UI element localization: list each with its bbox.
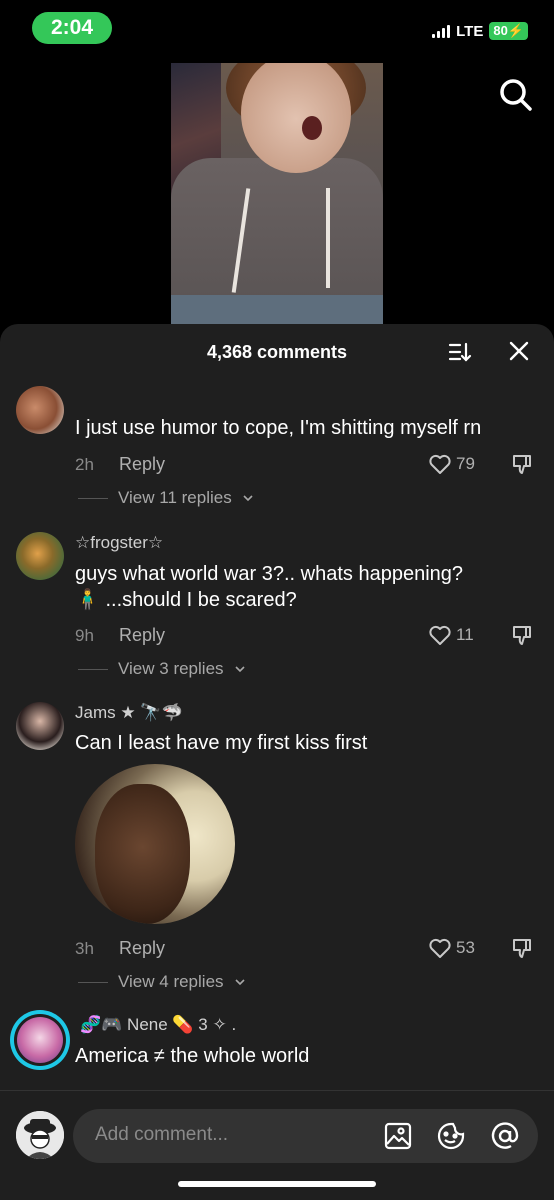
network-label: LTE — [456, 22, 484, 40]
comment-gif[interactable] — [75, 764, 235, 924]
comment-text: I just use humor to cope, I'm shitting m… — [75, 417, 482, 439]
avatar[interactable] — [16, 532, 64, 580]
view-replies-label: View 11 replies — [118, 488, 232, 507]
dislike-icon[interactable] — [510, 623, 534, 647]
comments-sheet: 4,368 comments I just use humor to cope,… — [0, 324, 554, 1199]
hoodie — [171, 158, 383, 308]
search-icon[interactable] — [498, 77, 534, 113]
sort-icon[interactable] — [448, 340, 472, 364]
gif-face — [95, 784, 190, 924]
emoji-icon[interactable] — [437, 1122, 465, 1150]
reply-button[interactable]: Reply — [119, 938, 165, 959]
chevron-down-icon — [234, 666, 245, 673]
time-indicator: 2:04 — [32, 12, 112, 44]
comment-text: guys what world war 3?.. whats happening… — [75, 563, 464, 585]
view-replies-label: View 3 replies — [118, 659, 224, 678]
battery-icon: 80⚡ — [489, 22, 528, 40]
video-player[interactable] — [171, 63, 383, 325]
hoodie-string — [326, 188, 330, 288]
heart-icon — [429, 625, 451, 645]
home-indicator[interactable] — [178, 1181, 376, 1187]
reply-button[interactable]: Reply — [119, 454, 165, 475]
my-avatar[interactable] — [16, 1111, 64, 1159]
view-replies-button[interactable]: View 11 replies — [78, 488, 254, 508]
view-replies-label: View 4 replies — [118, 972, 224, 991]
dislike-icon[interactable] — [510, 936, 534, 960]
avatar-image — [17, 1017, 63, 1063]
comment-input[interactable]: Add comment... — [73, 1109, 538, 1163]
comment-username[interactable]: Jams ★ 🔭🦈 — [75, 703, 183, 723]
comment-time: 2h — [75, 455, 94, 474]
like-button[interactable]: 79 — [428, 452, 475, 476]
heart-icon — [429, 454, 451, 474]
comment-input-placeholder: Add comment... — [95, 1124, 229, 1145]
comment-text: 🧍‍♂️ ...should I be scared? — [75, 589, 297, 611]
comment-text: America ≠ the whole world — [75, 1045, 310, 1067]
reply-button[interactable]: Reply — [119, 625, 165, 646]
image-icon[interactable] — [384, 1122, 412, 1150]
like-button[interactable]: 53 — [428, 936, 475, 960]
status-bar: 2:04 LTE 80⚡ — [0, 0, 554, 60]
dislike-icon[interactable] — [510, 452, 534, 476]
view-replies-button[interactable]: View 3 replies — [78, 659, 246, 679]
comment-time: 9h — [75, 626, 94, 645]
signal-icon — [432, 24, 451, 38]
mention-icon[interactable] — [491, 1122, 519, 1150]
avatar-story-ring[interactable] — [10, 1010, 70, 1070]
like-count: 79 — [456, 454, 475, 473]
avatar[interactable] — [16, 702, 64, 750]
battery-level: 80 — [493, 23, 508, 38]
mouth — [302, 116, 322, 140]
like-count: 53 — [456, 938, 475, 957]
chevron-down-icon — [243, 495, 253, 502]
chevron-down-icon — [234, 979, 245, 986]
comment-username[interactable]: 🧬🎮 Nene 💊 3 ✧ . — [80, 1015, 236, 1035]
jeans — [171, 295, 383, 325]
comment-time: 3h — [75, 939, 94, 958]
comment-text: Can I least have my first kiss first — [75, 732, 368, 754]
like-count: 11 — [456, 625, 474, 644]
comments-header: 4,368 comments — [0, 324, 554, 380]
close-icon[interactable] — [508, 340, 530, 362]
heart-icon — [429, 938, 451, 958]
view-replies-button[interactable]: View 4 replies — [78, 972, 246, 992]
face — [241, 63, 351, 173]
comment-username[interactable]: ☆frogster☆ — [75, 533, 163, 553]
status-right: LTE 80⚡ — [432, 22, 528, 40]
avatar[interactable] — [16, 386, 64, 434]
like-button[interactable]: 11 — [428, 623, 474, 647]
